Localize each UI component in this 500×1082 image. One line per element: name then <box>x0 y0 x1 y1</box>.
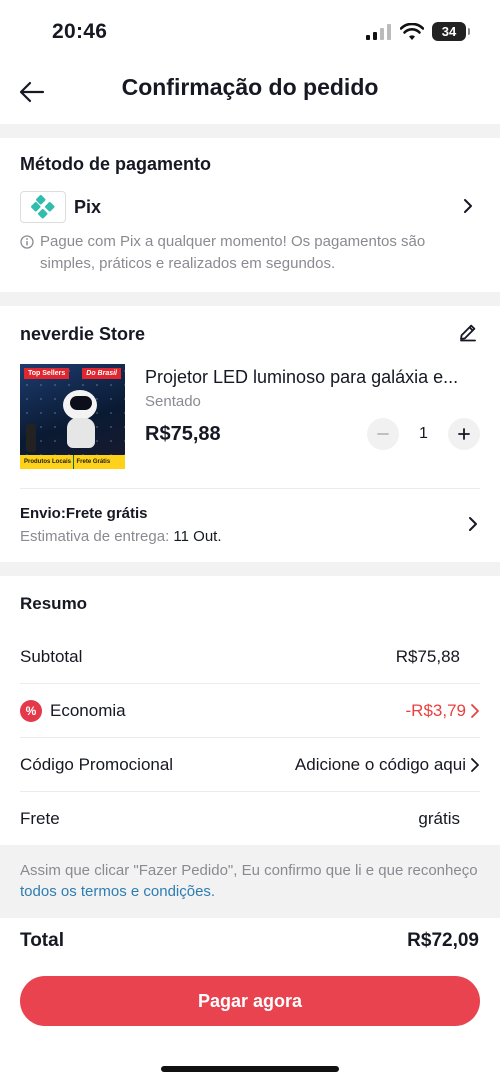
image-tag-frete-gratis: Frete Grátis <box>72 455 125 469</box>
store-name: neverdie Store <box>20 324 146 344</box>
product-image-body <box>67 418 95 448</box>
chevron-right-icon <box>471 757 479 772</box>
quantity-stepper: 1 <box>367 418 480 450</box>
quantity-decrease-button[interactable] <box>367 418 399 450</box>
summary-row-label: Frete <box>20 809 60 828</box>
product-price: R$75,88 <box>145 423 221 445</box>
status-icons: 34 <box>366 22 470 41</box>
header: Confirmação do pedido <box>0 64 500 124</box>
discount-label-group: % Economia <box>20 699 126 722</box>
edit-icon[interactable] <box>458 322 478 347</box>
chevron-right-icon <box>456 194 480 218</box>
pay-now-button[interactable]: Pagar agora <box>20 976 480 1026</box>
store-divider <box>20 488 480 489</box>
payment-section-title: Método de pagamento <box>20 154 212 174</box>
summary-row-label: Economia <box>50 700 126 720</box>
status-bar: 20:46 34 <box>0 0 500 64</box>
product-name[interactable]: Projetor LED luminoso para galáxia e... <box>145 367 475 388</box>
terms-link[interactable]: todos os termos e condições. <box>20 883 215 900</box>
checkout-footer: Total R$72,09 Pagar agora <box>0 918 500 1082</box>
minus-icon <box>377 433 389 435</box>
store-card: neverdie Store Top Sellers Do Brasil Pro… <box>0 306 500 562</box>
quantity-increase-button[interactable] <box>448 418 480 450</box>
image-tag-top-sellers: Top Sellers <box>24 368 70 379</box>
total-label: Total <box>20 930 64 951</box>
promo-code-value-group: Adicione o código aqui <box>295 755 480 775</box>
battery-icon: 34 <box>432 22 470 41</box>
battery-level: 34 <box>441 24 457 39</box>
terms-text: Assim que clicar "Fazer Pedido", Eu conf… <box>20 860 480 902</box>
cellular-signal-icon <box>366 23 391 40</box>
total-value: R$72,09 <box>407 930 479 951</box>
plus-icon <box>458 428 470 440</box>
summary-row-shipping: Frete grátis <box>20 792 480 846</box>
product-variant[interactable]: Sentado <box>145 393 201 410</box>
summary-row-label: Código Promocional <box>20 754 174 774</box>
payment-note-text: Pague com Pix a qualquer momento! Os pag… <box>40 233 426 272</box>
summary-row-discount[interactable]: % Economia -R$3,79 <box>20 684 480 738</box>
image-tag-produtos-locais: Produtos Locais <box>20 455 73 469</box>
shipping-estimate: Estimativa de entrega: 11 Out. <box>20 528 222 545</box>
summary-row-value: Adicione o código aqui <box>294 754 466 774</box>
home-indicator[interactable] <box>161 1066 339 1072</box>
image-tag-do-brasil: Do Brasil <box>82 368 121 379</box>
shipping-row[interactable]: Envio:Frete grátis Estimativa de entrega… <box>0 492 500 554</box>
summary-card: Resumo Subtotal R$75,88 % Economia -R$3,… <box>0 576 500 845</box>
chevron-right-icon <box>471 703 479 718</box>
discount-value-group: -R$3,79 <box>406 701 480 721</box>
pix-icon <box>31 195 55 219</box>
wifi-icon <box>400 22 424 40</box>
image-bottom-band: Produtos Locais Frete Grátis <box>20 455 125 469</box>
product-image[interactable]: Top Sellers Do Brasil Produtos Locais Fr… <box>20 364 125 469</box>
product-image-remote <box>26 424 36 452</box>
terms-statement: Assim que clicar "Fazer Pedido", Eu conf… <box>20 862 478 879</box>
product-image-visor <box>70 396 92 410</box>
payment-method-label: Pix <box>74 196 102 217</box>
payment-note: Pague com Pix a qualquer momento! Os pag… <box>20 231 470 275</box>
summary-title: Resumo <box>20 594 88 613</box>
shipping-estimate-date: 11 Out. <box>173 528 222 545</box>
shipping-title: Envio:Frete grátis <box>20 505 148 522</box>
summary-row-value: R$75,88 <box>395 646 460 666</box>
summary-row-promo-code[interactable]: Código Promocional Adicione o código aqu… <box>20 738 480 792</box>
discount-badge-icon: % <box>20 699 42 722</box>
info-icon <box>20 235 34 249</box>
payment-method-card: Método de pagamento Pix Pague com Pix a … <box>0 138 500 292</box>
summary-row-value: -R$3,79 <box>405 700 466 720</box>
shipping-estimate-label: Estimativa de entrega: <box>20 528 174 545</box>
page-title: Confirmação do pedido <box>121 74 379 100</box>
status-time: 20:46 <box>52 20 108 43</box>
summary-row-subtotal: Subtotal R$75,88 <box>20 630 480 684</box>
payment-method-selector[interactable]: Pix <box>20 190 480 224</box>
pix-logo-box <box>20 191 66 223</box>
summary-row-value: grátis <box>418 809 460 828</box>
chevron-right-icon <box>468 516 478 537</box>
summary-row-label: Subtotal <box>20 646 83 666</box>
quantity-value: 1 <box>419 425 428 442</box>
